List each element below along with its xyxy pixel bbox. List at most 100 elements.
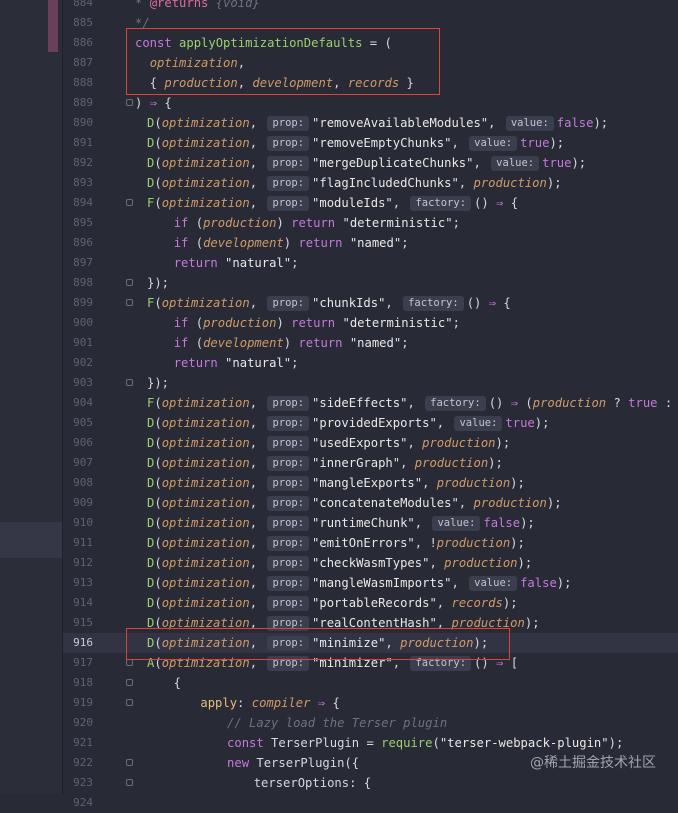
code-line[interactable]: 895 if (production) return "deterministi… [63, 213, 678, 233]
code-text[interactable]: D(optimization, prop:"checkWasmTypes", p… [147, 553, 532, 573]
line-number[interactable]: 913 [63, 573, 93, 593]
code-text[interactable]: D(optimization, prop:"emitOnErrors", !pr… [147, 533, 525, 553]
code-line[interactable]: 921 const TerserPlugin = require("terser… [63, 733, 678, 753]
line-number[interactable]: 887 [63, 53, 93, 73]
code-line[interactable]: 893 D(optimization, prop:"flagIncludedChu… [63, 173, 678, 193]
code-text[interactable]: new TerserPlugin({ [183, 753, 359, 773]
line-number[interactable]: 888 [63, 73, 93, 93]
code-text[interactable]: D(optimization, prop:"flagIncludedChunks… [147, 173, 562, 193]
code-line[interactable]: 899 F(optimization, prop:"chunkIds", fact… [63, 293, 678, 313]
code-text[interactable]: D(optimization, prop:"mergeDuplicateChun… [147, 153, 586, 173]
code-text[interactable]: F(optimization, prop:"sideEffects", fact… [147, 393, 678, 413]
line-number[interactable]: 918 [63, 673, 93, 693]
line-number[interactable]: 898 [63, 273, 93, 293]
fold-toggle-icon[interactable] [126, 279, 133, 286]
code-text[interactable]: * @returns {void} [135, 0, 260, 13]
line-number[interactable]: 899 [63, 293, 93, 313]
line-number[interactable]: 914 [63, 593, 93, 613]
line-number[interactable]: 922 [63, 753, 93, 773]
code-line[interactable]: 916D(optimization, prop:"minimize", prod… [63, 633, 678, 653]
line-number[interactable]: 923 [63, 773, 93, 793]
line-number[interactable]: 916 [63, 633, 93, 653]
line-number[interactable]: 895 [63, 213, 93, 233]
code-line[interactable]: 888 { production, development, records } [63, 73, 678, 93]
code-text[interactable]: optimization, [135, 53, 245, 73]
code-line[interactable]: 892 D(optimization, prop:"mergeDuplicateC… [63, 153, 678, 173]
line-number[interactable]: 908 [63, 473, 93, 493]
code-line[interactable]: 908 D(optimization, prop:"mangleExports",… [63, 473, 678, 493]
code-line[interactable]: 894 F(optimization, prop:"moduleIds", fac… [63, 193, 678, 213]
code-text[interactable]: if (production) return "deterministic"; [159, 213, 460, 233]
code-text[interactable]: return "natural"; [159, 353, 298, 373]
code-line[interactable]: 891 D(optimization, prop:"removeEmptyChun… [63, 133, 678, 153]
code-text[interactable]: ) ⇒ { [135, 93, 172, 113]
code-line[interactable]: 910D(optimization, prop:"runtimeChunk", … [63, 513, 678, 533]
line-number[interactable]: 903 [63, 373, 93, 393]
fold-toggle-icon[interactable] [126, 699, 133, 706]
code-text[interactable]: terserOptions: { [195, 773, 371, 793]
code-line[interactable]: 884 * @returns {void} [63, 0, 678, 13]
code-line[interactable]: 902 return "natural"; [63, 353, 678, 373]
code-line[interactable]: 889) ⇒ { [63, 93, 678, 113]
code-line[interactable]: 901 if (development) return "named"; [63, 333, 678, 353]
line-number[interactable]: 907 [63, 453, 93, 473]
code-line[interactable]: 909 D(optimization, prop:"concatenateModu… [63, 493, 678, 513]
line-number[interactable]: 909 [63, 493, 93, 513]
code-line[interactable]: 890 D(optimization, prop:"removeAvailable… [63, 113, 678, 133]
code-line[interactable]: 917A(optimization, prop:"minimizer", fac… [63, 653, 678, 673]
code-text[interactable]: A(optimization, prop:"minimizer", factor… [147, 653, 518, 673]
line-number[interactable]: 885 [63, 13, 93, 33]
code-text[interactable]: apply: compiler ⇒ { [171, 693, 340, 713]
code-text[interactable] [207, 793, 280, 813]
code-text[interactable]: return "natural"; [159, 253, 298, 273]
code-line[interactable]: 923 terserOptions: { [63, 773, 678, 793]
code-text[interactable]: D(optimization, prop:"removeAvailableMod… [147, 113, 608, 133]
code-text[interactable]: D(optimization, prop:"providedExports", … [147, 413, 549, 433]
fold-toggle-icon[interactable] [126, 759, 133, 766]
line-number[interactable]: 896 [63, 233, 93, 253]
line-number[interactable]: 902 [63, 353, 93, 373]
code-line[interactable]: 898}); [63, 273, 678, 293]
code-text[interactable]: F(optimization, prop:"moduleIds", factor… [147, 193, 518, 213]
line-number[interactable]: 912 [63, 553, 93, 573]
code-text[interactable]: F(optimization, prop:"chunkIds", factory… [147, 293, 511, 313]
line-number[interactable]: 884 [63, 0, 93, 13]
code-line[interactable]: 886const applyOptimizationDefaults = ( [63, 33, 678, 53]
code-text[interactable]: const TerserPlugin = require("terser-web… [183, 733, 623, 753]
line-number[interactable]: 906 [63, 433, 93, 453]
code-text[interactable]: D(optimization, prop:"removeEmptyChunks"… [147, 133, 564, 153]
fold-toggle-icon[interactable] [126, 299, 133, 306]
code-text[interactable]: D(optimization, prop:"mangleWasmImports"… [147, 573, 571, 593]
code-line[interactable]: 919 apply: compiler ⇒ { [63, 693, 678, 713]
code-text[interactable]: // Lazy load the Terser plugin [183, 713, 447, 733]
code-line[interactable]: 924 [63, 793, 678, 813]
code-line[interactable]: 920 // Lazy load the Terser plugin [63, 713, 678, 733]
line-number[interactable]: 924 [63, 793, 93, 813]
line-number[interactable]: 910 [63, 513, 93, 533]
line-number[interactable]: 911 [63, 533, 93, 553]
line-number[interactable]: 915 [63, 613, 93, 633]
code-line[interactable]: 905 D(optimization, prop:"providedExports… [63, 413, 678, 433]
line-number[interactable]: 904 [63, 393, 93, 413]
line-number[interactable]: 901 [63, 333, 93, 353]
code-text[interactable]: D(optimization, prop:"usedExports", prod… [147, 433, 510, 453]
code-line[interactable]: 896 if (development) return "named"; [63, 233, 678, 253]
line-number[interactable]: 893 [63, 173, 93, 193]
code-line[interactable]: 900 if (production) return "deterministi… [63, 313, 678, 333]
line-number[interactable]: 892 [63, 153, 93, 173]
code-text[interactable]: D(optimization, prop:"concatenateModules… [147, 493, 562, 513]
line-number[interactable]: 890 [63, 113, 93, 133]
code-text[interactable]: if (production) return "deterministic"; [159, 313, 460, 333]
code-text[interactable]: if (development) return "named"; [159, 233, 409, 253]
code-line[interactable]: 911 D(optimization, prop:"emitOnErrors", … [63, 533, 678, 553]
code-text[interactable]: }); [147, 273, 169, 293]
line-number[interactable]: 894 [63, 193, 93, 213]
code-line[interactable]: 907D(optimization, prop:"innerGraph", pr… [63, 453, 678, 473]
fold-toggle-icon[interactable] [126, 779, 133, 786]
code-line[interactable]: 918 { [63, 673, 678, 693]
line-number[interactable]: 905 [63, 413, 93, 433]
code-text[interactable]: */ [135, 13, 150, 33]
code-text[interactable]: { [159, 673, 181, 693]
code-text[interactable]: D(optimization, prop:"mangleExports", pr… [147, 473, 525, 493]
line-number[interactable]: 891 [63, 133, 93, 153]
